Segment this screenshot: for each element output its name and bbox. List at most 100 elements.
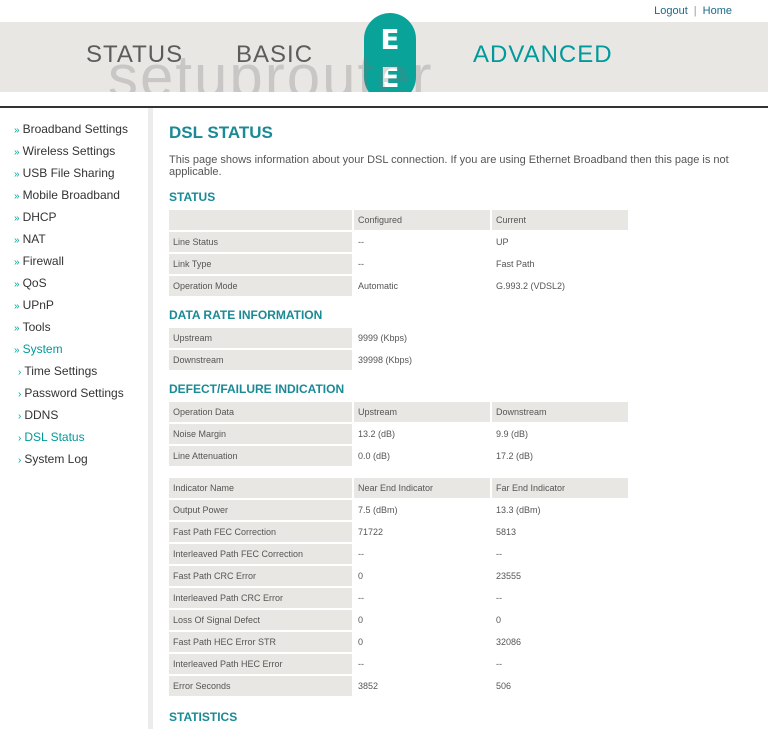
table-cell: 506: [492, 676, 628, 696]
ee-logo[interactable]: E E: [364, 13, 416, 103]
table-row-label: Fast Path FEC Correction: [169, 522, 352, 542]
table-cell: 39998 (Kbps): [354, 350, 628, 370]
double-chevron-icon: »: [14, 257, 20, 268]
table-row-label: Link Type: [169, 254, 352, 274]
double-chevron-icon: »: [14, 125, 20, 136]
chevron-right-icon: ›: [18, 367, 22, 378]
indicator-header-near-end: Near End Indicator: [354, 478, 490, 498]
top-links: Logout | Home: [654, 5, 732, 17]
sidebar-item-system[interactable]: » System: [14, 342, 63, 356]
sidebar-subitem-dsl-status[interactable]: › DSL Status: [18, 430, 85, 444]
logo-letter-top: E: [380, 23, 400, 56]
table-cell: 17.2 (dB): [492, 446, 628, 466]
table-row-label: Line Attenuation: [169, 446, 352, 466]
sidebar-item-label: System: [22, 342, 63, 356]
table-cell: --: [354, 544, 490, 564]
table-cell: 0: [354, 566, 490, 586]
table-row-label: Fast Path HEC Error STR: [169, 632, 352, 652]
sidebar-item-label: Mobile Broadband: [22, 188, 120, 202]
sidebar-subitem-system-log[interactable]: › System Log: [18, 452, 88, 466]
table-row-label: Noise Margin: [169, 424, 352, 444]
page-intro: This page shows information about your D…: [169, 154, 729, 178]
sidebar-item-label: UPnP: [22, 298, 54, 312]
double-chevron-icon: »: [14, 323, 20, 334]
table-row-label: Interleaved Path CRC Error: [169, 588, 352, 608]
sidebar-item-label: DHCP: [22, 210, 57, 224]
double-chevron-icon: »: [14, 191, 20, 202]
table-row-label: Operation Mode: [169, 276, 352, 296]
table-cell: Automatic: [354, 276, 490, 296]
status-header-configured: Configured: [354, 210, 490, 230]
table-cell: 9.9 (dB): [492, 424, 628, 444]
defect-header-operation-data: Operation Data: [169, 402, 352, 422]
sidebar-item-label: Wireless Settings: [22, 144, 116, 158]
table-cell: 23555: [492, 566, 628, 586]
nav-status[interactable]: STATUS: [86, 41, 183, 69]
sidebar-item-label: Password Settings: [24, 386, 124, 400]
table-cell: 13.3 (dBm): [492, 500, 628, 520]
table-cell: 9999 (Kbps): [354, 328, 628, 348]
table-cell: 32086: [492, 632, 628, 652]
double-chevron-icon: »: [14, 147, 20, 158]
logout-link[interactable]: Logout: [654, 5, 688, 17]
chevron-right-icon: ›: [18, 455, 22, 466]
double-chevron-icon: »: [14, 169, 20, 180]
table-cell: --: [492, 544, 628, 564]
sidebar-subitem-password-settings[interactable]: › Password Settings: [18, 386, 124, 400]
sidebar-item-wireless-settings[interactable]: » Wireless Settings: [14, 144, 115, 158]
table-cell: --: [492, 588, 628, 608]
chevron-right-icon: ›: [18, 433, 22, 444]
nav-advanced[interactable]: ADVANCED: [473, 41, 613, 69]
sidebar: » Broadband Settings » Wireless Settings »…: [0, 108, 148, 729]
table-row-label: Interleaved Path HEC Error: [169, 654, 352, 674]
sidebar-item-upnp[interactable]: » UPnP: [14, 298, 54, 312]
main-content: DSL STATUS This page shows information a…: [153, 108, 768, 729]
sidebar-item-firewall[interactable]: » Firewall: [14, 254, 64, 268]
page-title: DSL STATUS: [169, 123, 273, 142]
sidebar-subitem-ddns[interactable]: › DDNS: [18, 408, 58, 422]
sidebar-item-dhcp[interactable]: » DHCP: [14, 210, 57, 224]
chevron-right-icon: ›: [18, 411, 22, 422]
sidebar-item-label: Firewall: [22, 254, 64, 268]
sidebar-subitem-time-settings[interactable]: › Time Settings: [18, 364, 97, 378]
sidebar-item-label: QoS: [22, 276, 47, 290]
status-header-current: Current: [492, 210, 628, 230]
table-cell: --: [354, 654, 490, 674]
sidebar-item-mobile-broadband[interactable]: » Mobile Broadband: [14, 188, 120, 202]
sidebar-item-tools[interactable]: » Tools: [14, 320, 51, 334]
sidebar-item-label: DDNS: [24, 408, 59, 422]
table-cell: 0: [354, 632, 490, 652]
sidebar-item-broadband-settings[interactable]: » Broadband Settings: [14, 122, 128, 136]
sidebar-item-label: Tools: [22, 320, 51, 334]
table-cell: 7.5 (dBm): [354, 500, 490, 520]
table-cell: 5813: [492, 522, 628, 542]
chevron-right-icon: ›: [18, 389, 22, 400]
sidebar-item-label: Broadband Settings: [22, 122, 128, 136]
table-cell: 13.2 (dB): [354, 424, 490, 444]
table-cell: Fast Path: [492, 254, 628, 274]
table-cell: 71722: [354, 522, 490, 542]
table-cell: --: [492, 654, 628, 674]
table-row-label: Line Status: [169, 232, 352, 252]
logo-letter-bottom: E: [380, 61, 400, 94]
table-row-label: Upstream: [169, 328, 352, 348]
table-cell: UP: [492, 232, 628, 252]
sidebar-item-label: System Log: [24, 452, 88, 466]
table-cell: 3852: [354, 676, 490, 696]
sidebar-item-label: DSL Status: [24, 430, 85, 444]
defect-header-upstream: Upstream: [354, 402, 490, 422]
table-cell: 0: [492, 610, 628, 630]
sidebar-item-usb-file-sharing[interactable]: » USB File Sharing: [14, 166, 115, 180]
table-row-label: Output Power: [169, 500, 352, 520]
sidebar-item-nat[interactable]: » NAT: [14, 232, 46, 246]
defect-header-downstream: Downstream: [492, 402, 628, 422]
nav-basic[interactable]: BASIC: [236, 41, 313, 69]
sidebar-item-label: NAT: [22, 232, 46, 246]
sidebar-item-label: Time Settings: [24, 364, 98, 378]
status-header-blank: [169, 210, 352, 230]
home-link[interactable]: Home: [703, 5, 732, 17]
table-cell: 0.0 (dB): [354, 446, 490, 466]
double-chevron-icon: »: [14, 235, 20, 246]
sidebar-item-qos[interactable]: » QoS: [14, 276, 47, 290]
section-heading-statistics: STATISTICS: [169, 710, 238, 724]
